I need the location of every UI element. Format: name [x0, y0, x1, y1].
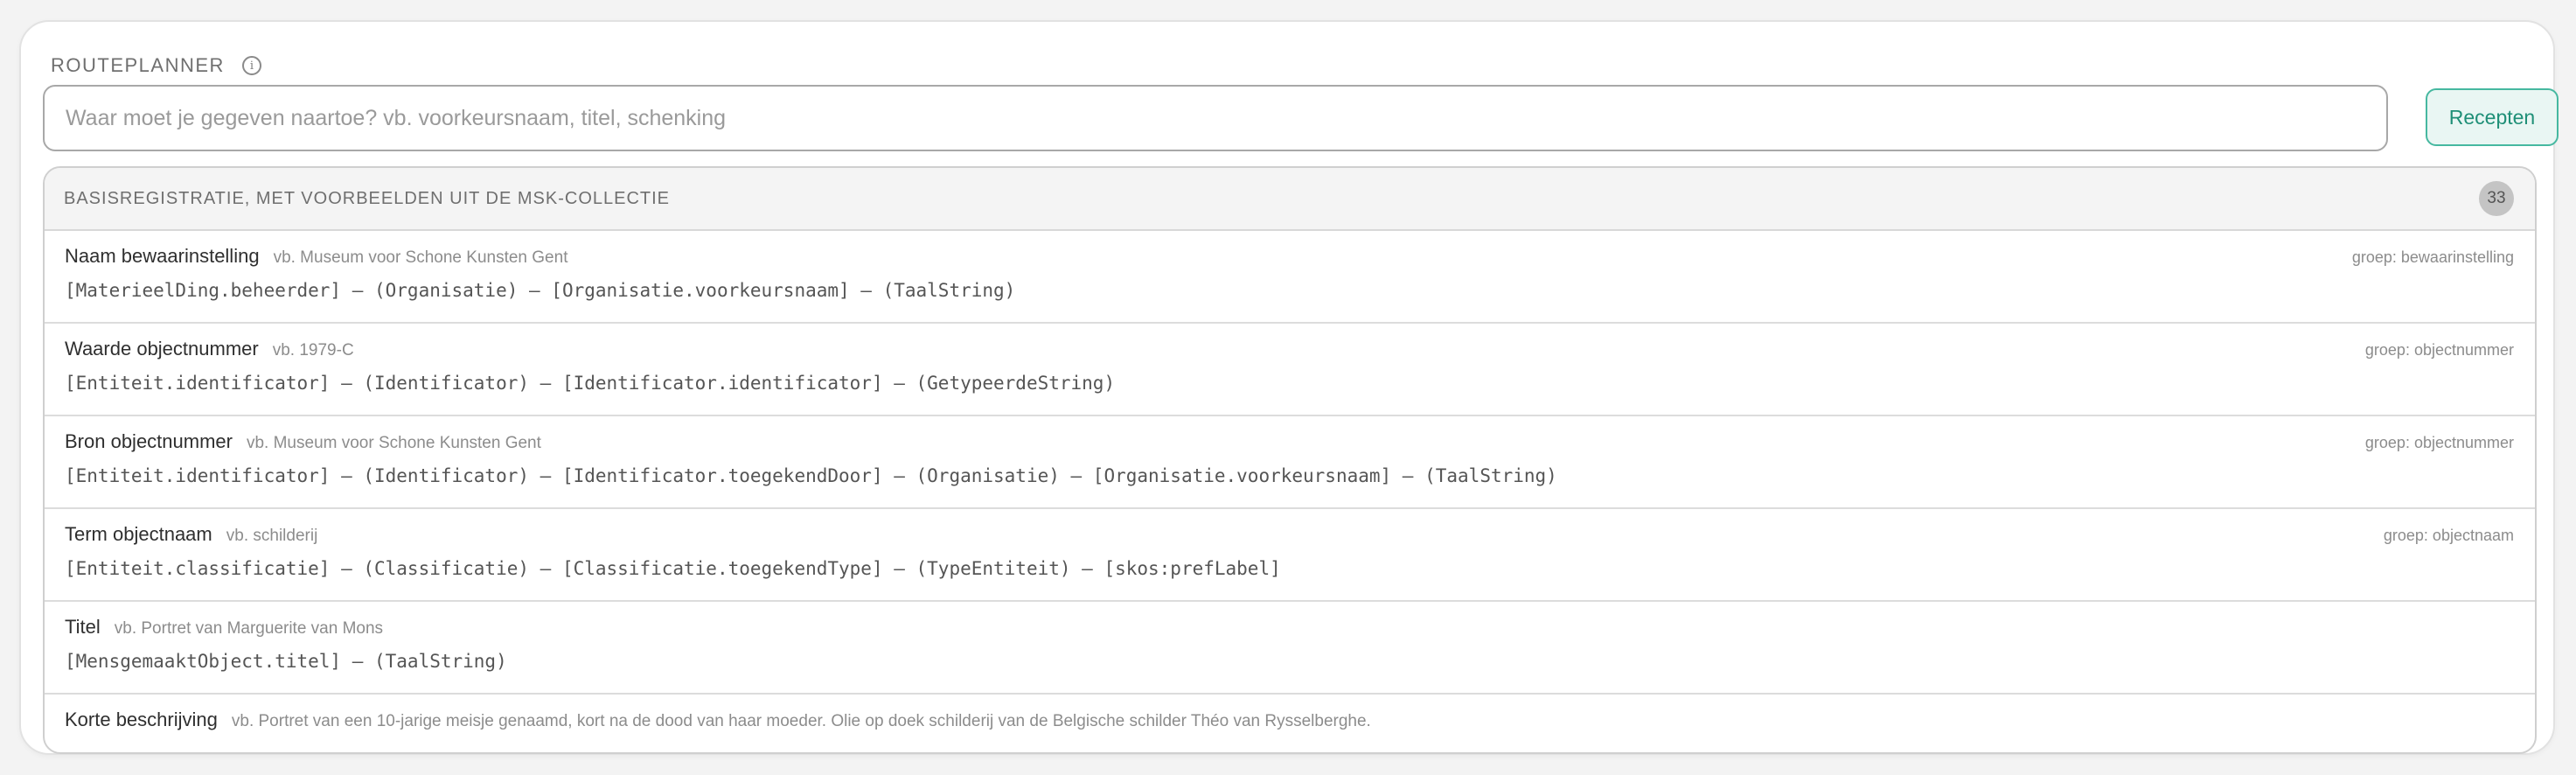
panel-title: BASISREGISTRATIE, MET VOORBEELDEN UIT DE… — [64, 188, 671, 208]
row-example: vb. Museum voor Schone Kunsten Gent — [246, 434, 541, 452]
row-path: [Entiteit.identificator] – (Identificato… — [65, 373, 1116, 394]
row-example: vb. Portret van Marguerite van Mons — [114, 619, 384, 638]
row-title: Term objectnaam — [65, 523, 212, 545]
row-group: groep: objectnaam — [2383, 527, 2514, 544]
search-input[interactable] — [43, 85, 2388, 151]
row-title: Korte beschrijving — [65, 709, 218, 730]
row-example: vb. Museum voor Schone Kunsten Gent — [273, 248, 568, 267]
panel-header: BASISREGISTRATIE, MET VOORBEELDEN UIT DE… — [45, 168, 2535, 231]
row-example: vb. 1979-C — [272, 341, 354, 360]
row-title: Titel — [65, 616, 101, 638]
row-path: [Entiteit.classificatie] – (Classificati… — [65, 558, 1281, 579]
search-row: Recepten — [43, 85, 2559, 151]
row-path: [Entiteit.identificator] – (Identificato… — [65, 465, 1557, 486]
recepten-button[interactable]: Recepten — [2426, 88, 2559, 146]
row-title: Bron objectnummer — [65, 430, 233, 452]
results-panel: BASISREGISTRATIE, MET VOORBEELDEN UIT DE… — [43, 166, 2537, 754]
list-item[interactable]: Titel vb. Portret van Marguerite van Mon… — [45, 602, 2535, 695]
list-item[interactable]: Bron objectnummer vb. Museum voor Schone… — [45, 416, 2535, 509]
row-group: groep: objectnummer — [2364, 434, 2514, 451]
row-group: groep: objectnummer — [2364, 341, 2514, 359]
row-path: [MaterieelDing.beheerder] – (Organisatie… — [65, 280, 1016, 301]
list-item[interactable]: Naam bewaarinstelling vb. Museum voor Sc… — [45, 231, 2535, 324]
row-path: [MensgemaaktObject.titel] – (TaalString) — [65, 651, 507, 672]
list-item[interactable]: Korte beschrijving vb. Portret van een 1… — [45, 695, 2535, 752]
info-icon[interactable]: i — [241, 56, 261, 75]
row-title: Naam bewaarinstelling — [65, 245, 260, 267]
list-item[interactable]: Term objectnaam vb. schilderij groep: ob… — [45, 509, 2535, 602]
routeplanner-header: ROUTEPLANNER i — [51, 45, 261, 87]
row-example: vb. schilderij — [226, 527, 318, 545]
list-item[interactable]: Waarde objectnummer vb. 1979-C groep: ob… — [45, 324, 2535, 416]
row-title: Waarde objectnummer — [65, 338, 259, 360]
page-title: ROUTEPLANNER — [51, 54, 225, 76]
row-group: groep: bewaarinstelling — [2351, 248, 2514, 266]
routeplanner-card: ROUTEPLANNER i Recepten BASISREGISTRATIE… — [19, 20, 2559, 755]
row-example: vb. Portret van een 10-jarige meisje gen… — [231, 712, 1371, 730]
count-badge: 33 — [2479, 181, 2514, 216]
